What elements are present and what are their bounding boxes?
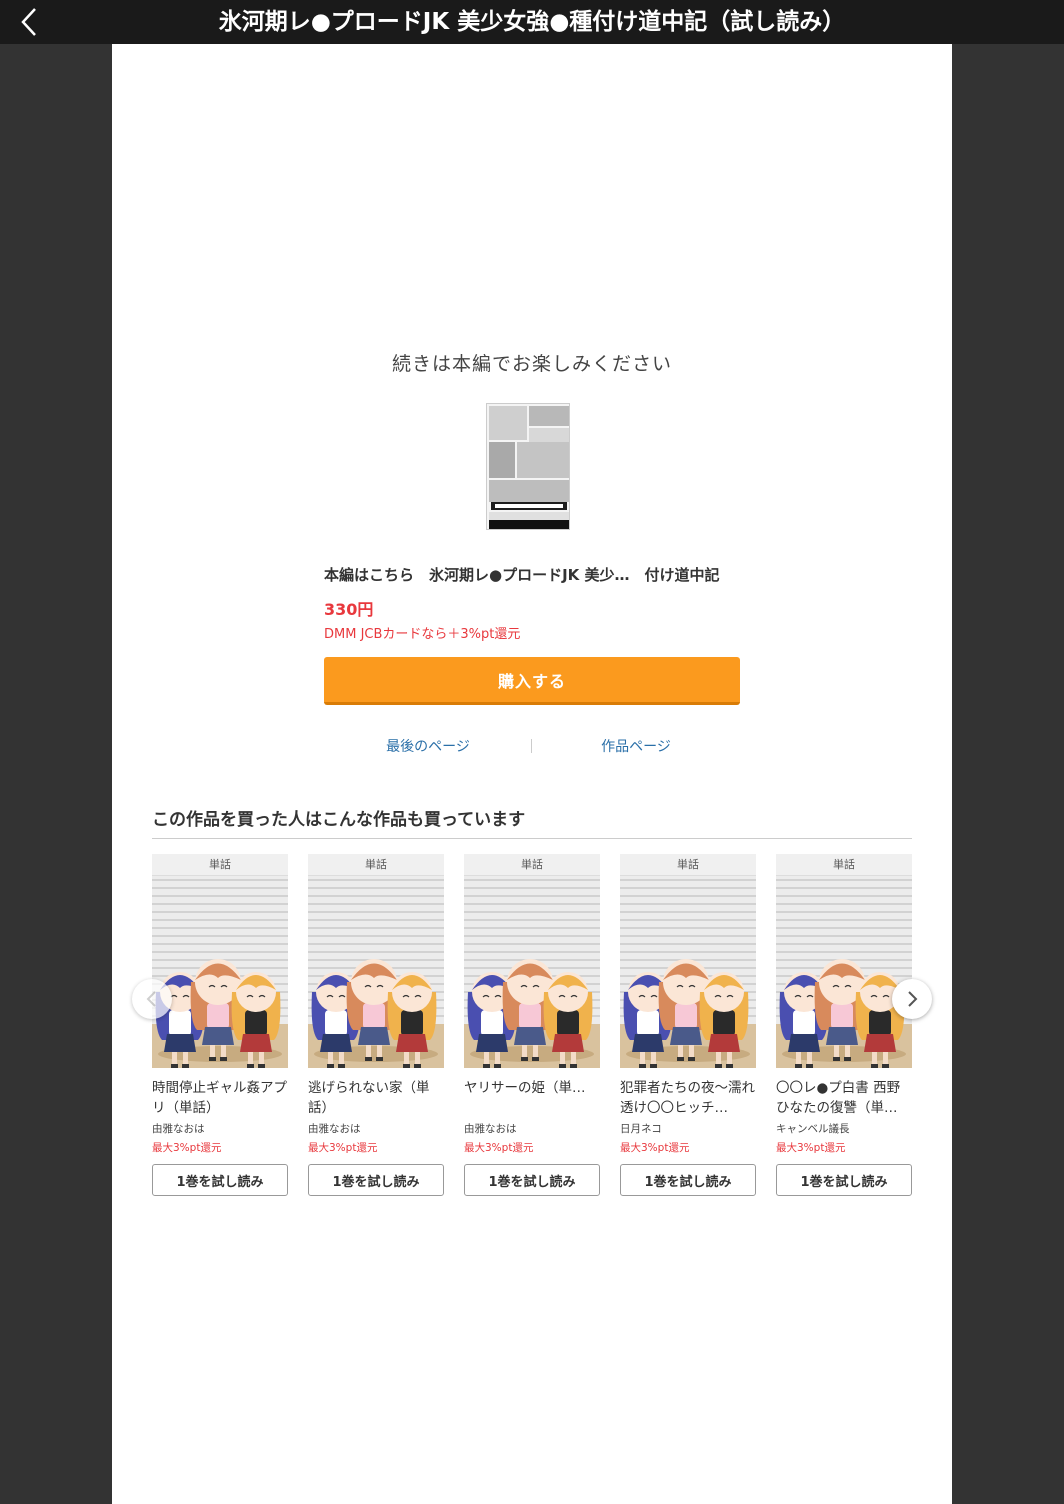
carousel-next-button[interactable]	[892, 979, 932, 1019]
rec-point: 最大3%pt還元	[308, 1142, 378, 1154]
buy-button[interactable]: 購入する	[324, 657, 740, 705]
rec-card[interactable]: 単話 時間停止ギャル姦アプリ（単話） 由雅なおは 最大3%pt還元 1巻を試し読…	[152, 854, 288, 1196]
rec-point: 最大3%pt還元	[620, 1142, 690, 1154]
rec-card[interactable]: 単話 犯罪者たちの夜〜濡れ透け〇〇ヒッチ… 日月ネコ 最大3%pt還元 1巻を試…	[620, 854, 756, 1196]
rec-card[interactable]: 単話 逃げられない家（単話） 由雅なおは 最大3%pt還元 1巻を試し読み	[308, 854, 444, 1196]
trial-read-button[interactable]: 1巻を試し読み	[464, 1164, 600, 1196]
rec-thumbnail-art	[776, 876, 912, 1068]
rec-title[interactable]: 逃げられない家（単話）	[308, 1078, 444, 1118]
chevron-right-icon	[908, 991, 918, 1007]
rec-author[interactable]: 日月ネコ	[620, 1121, 756, 1138]
rec-tag: 単話	[152, 854, 288, 876]
rec-title[interactable]: 犯罪者たちの夜〜濡れ透け〇〇ヒッチ…	[620, 1078, 756, 1118]
last-page-link[interactable]: 最後のページ	[324, 736, 532, 758]
rec-author[interactable]: 由雅なおは	[308, 1121, 444, 1138]
rec-tag: 単話	[620, 854, 756, 876]
rec-tag: 単話	[776, 854, 912, 876]
rec-thumbnail[interactable]: 単話	[464, 854, 600, 1068]
rec-author[interactable]: 由雅なおは	[464, 1121, 600, 1138]
cover-image[interactable]	[486, 403, 570, 530]
end-panel: 続きは本編でお楽しみください 本編はこちら 氷河期レ●プロードJK 美少… 付け…	[112, 44, 952, 1504]
continue-message: 続きは本編でお楽しみください	[391, 353, 672, 375]
rec-card[interactable]: 単話 〇〇レ●プ白書 西野ひなたの復讐（単… キャンベル議長 最大3%pt還元 …	[776, 854, 912, 1196]
work-page-link[interactable]: 作品ページ	[532, 736, 740, 758]
rec-thumbnail[interactable]: 単話	[776, 854, 912, 1068]
header-bar: 氷河期レ●プロードJK 美少女強●種付け道中記（試し読み）	[0, 0, 1064, 44]
manga-cover-art	[487, 404, 569, 529]
back-button[interactable]	[14, 6, 46, 38]
carousel-prev-button[interactable]	[132, 979, 172, 1019]
price: 330円	[324, 600, 374, 619]
chevron-left-icon	[21, 8, 36, 36]
trial-read-button[interactable]: 1巻を試し読み	[152, 1164, 288, 1196]
page-title: 氷河期レ●プロードJK 美少女強●種付け道中記（試し読み）	[218, 9, 846, 35]
divider	[152, 838, 912, 839]
trial-read-button[interactable]: 1巻を試し読み	[620, 1164, 756, 1196]
rec-tag: 単話	[464, 854, 600, 876]
recommendations-heading: この作品を買った人はこんな作品も買っています	[152, 810, 526, 830]
rec-author[interactable]: 由雅なおは	[152, 1121, 288, 1138]
rec-card[interactable]: 単話 ヤリサーの姫（単… 由雅なおは 最大3%pt還元 1巻を試し読み	[464, 854, 600, 1196]
nav-links: 最後のページ 作品ページ	[324, 736, 740, 758]
rec-title[interactable]: 時間停止ギャル姦アプリ（単話）	[152, 1078, 288, 1118]
point-note: DMM JCBカードなら＋3%pt還元	[324, 627, 521, 642]
rec-thumbnail-art	[464, 876, 600, 1068]
rec-thumbnail[interactable]: 単話	[152, 854, 288, 1068]
rec-point: 最大3%pt還元	[776, 1142, 846, 1154]
rec-title[interactable]: ヤリサーの姫（単…	[464, 1078, 600, 1118]
rec-thumbnail[interactable]: 単話	[620, 854, 756, 1068]
rec-thumbnail-art	[620, 876, 756, 1068]
rec-tag: 単話	[308, 854, 444, 876]
rec-thumbnail[interactable]: 単話	[308, 854, 444, 1068]
trial-read-button[interactable]: 1巻を試し読み	[776, 1164, 912, 1196]
rec-thumbnail-art	[308, 876, 444, 1068]
chevron-left-icon	[146, 991, 156, 1007]
rec-thumbnail-art	[152, 876, 288, 1068]
rec-author[interactable]: キャンベル議長	[776, 1121, 912, 1138]
recommendations-carousel: 単話 時間停止ギャル姦アプリ（単話） 由雅なおは 最大3%pt還元 1巻を試し読…	[152, 854, 912, 1199]
rec-point: 最大3%pt還元	[152, 1142, 222, 1154]
rec-title[interactable]: 〇〇レ●プ白書 西野ひなたの復讐（単…	[776, 1078, 912, 1118]
rec-point: 最大3%pt還元	[464, 1142, 534, 1154]
main-work-title[interactable]: 本編はこちら 氷河期レ●プロードJK 美少… 付け道中記	[324, 564, 740, 586]
purchase-section: 本編はこちら 氷河期レ●プロードJK 美少… 付け道中記 330円 DMM JC…	[324, 564, 740, 705]
trial-read-button[interactable]: 1巻を試し読み	[308, 1164, 444, 1196]
